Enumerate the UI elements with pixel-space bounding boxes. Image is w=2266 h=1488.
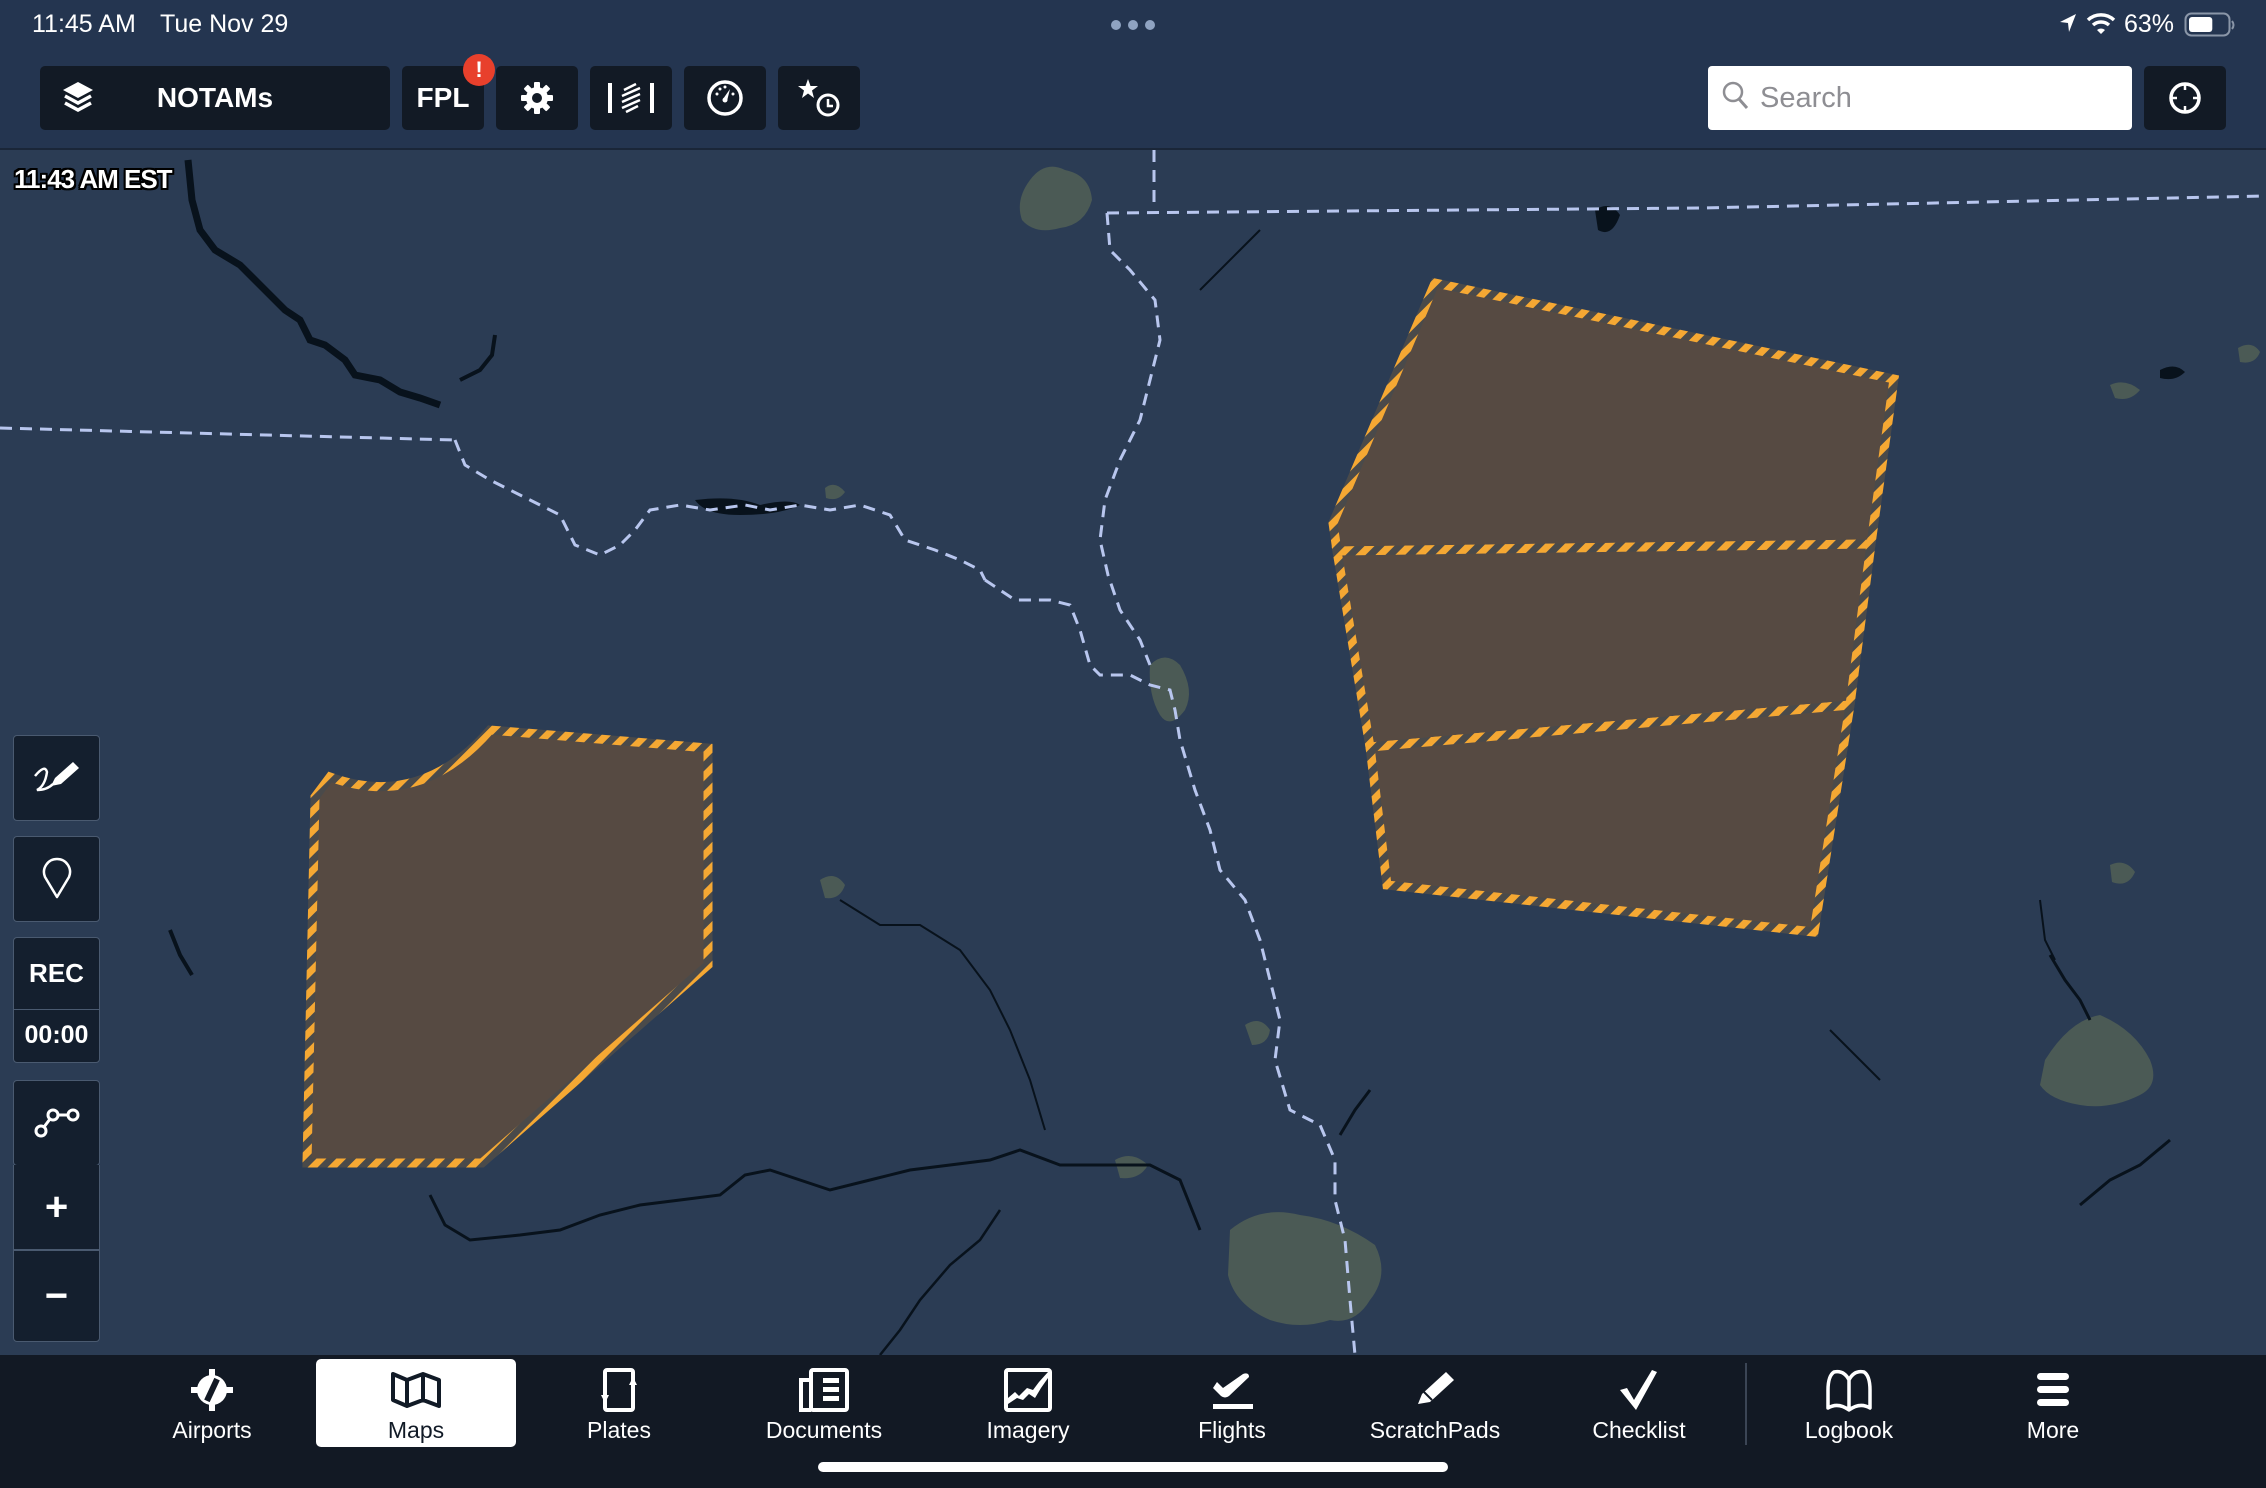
tab-label: ScratchPads [1369,1417,1501,1443]
route-button[interactable] [13,1080,100,1166]
wifi-icon [2086,11,2116,40]
maps-icon [390,1365,442,1415]
zoom-in-button[interactable]: + [13,1165,100,1250]
track-record-button[interactable]: REC 00:00 [13,937,100,1063]
route-nodes-icon [31,1101,83,1146]
search-input[interactable] [1758,80,2122,116]
search-box[interactable] [1708,66,2132,130]
tab-maps[interactable]: Maps [316,1359,516,1447]
tab-label: Documents [765,1417,883,1443]
map-timestamp: 11:43 AM EST [14,164,173,194]
pencil-scribble-icon [31,756,83,801]
gear-icon [519,80,555,116]
plates-icon [599,1365,639,1415]
tab-flights[interactable]: Flights [1132,1359,1332,1447]
status-bar: 11:45 AM Tue Nov 29 63% [0,0,2266,50]
zoom-in-label: + [44,1184,69,1229]
split-view-button[interactable] [590,66,672,130]
tab-scratchpads[interactable]: ScratchPads [1335,1359,1535,1447]
tab-label: Airports [172,1417,252,1443]
status-time: 11:45 AM [32,10,136,38]
tab-label: Checklist [1592,1417,1686,1443]
gauge-icon [706,79,744,117]
documents-icon [798,1365,850,1415]
pin-button[interactable] [13,836,100,922]
tab-airports[interactable]: Airports [112,1359,312,1447]
map-canvas[interactable] [0,150,2266,1356]
rec-timer: 00:00 [24,1021,89,1049]
layers-icon [60,80,96,116]
status-date: Tue Nov 29 [160,10,289,38]
airports-icon [189,1365,235,1415]
layers-label: NOTAMs [156,82,274,113]
tab-divider [1745,1363,1747,1445]
tab-logbook[interactable]: Logbook [1749,1359,1949,1447]
tab-checklist[interactable]: Checklist [1539,1359,1739,1447]
zoom-out-label: − [44,1273,69,1318]
search-icon [1722,81,1750,116]
rec-label: REC [29,958,84,988]
fpl-label: FPL [416,82,470,113]
split-screen-icon [606,80,656,116]
home-indicator[interactable] [818,1462,1448,1472]
tab-imagery[interactable]: Imagery [928,1359,1128,1447]
zoom-out-button[interactable]: − [13,1250,100,1342]
tab-label: Plates [587,1417,651,1443]
map-pin-icon [41,855,73,904]
logbook-icon [1824,1365,1874,1415]
checklist-icon [1614,1365,1664,1415]
imagery-icon [1003,1365,1053,1415]
scratchpads-icon [1410,1365,1460,1415]
battery-icon [2184,12,2236,43]
tab-more[interactable]: More [1953,1359,2153,1447]
location-arrow-icon [2058,12,2078,39]
more-icon [2033,1365,2073,1415]
center-location-button[interactable] [2144,66,2226,130]
tab-label: Flights [1198,1417,1266,1443]
layers-button[interactable]: NOTAMs [40,66,390,130]
fpl-alert-badge: ! [463,54,495,86]
tab-label: Maps [387,1417,445,1443]
tab-label: Imagery [986,1417,1070,1443]
instruments-button[interactable] [684,66,766,130]
crosshair-icon [2167,80,2203,116]
star-clock-icon [797,78,841,118]
settings-button[interactable] [496,66,578,130]
recents-button[interactable] [778,66,860,130]
tab-documents[interactable]: Documents [724,1359,924,1447]
battery-percent: 63% [2124,10,2175,38]
draw-button[interactable] [13,735,100,821]
multitasking-dots-icon[interactable] [1110,18,1156,30]
tab-label: More [2026,1417,2080,1443]
flights-icon [1207,1365,1257,1415]
tab-label: Logbook [1804,1417,1894,1443]
tab-plates[interactable]: Plates [519,1359,719,1447]
